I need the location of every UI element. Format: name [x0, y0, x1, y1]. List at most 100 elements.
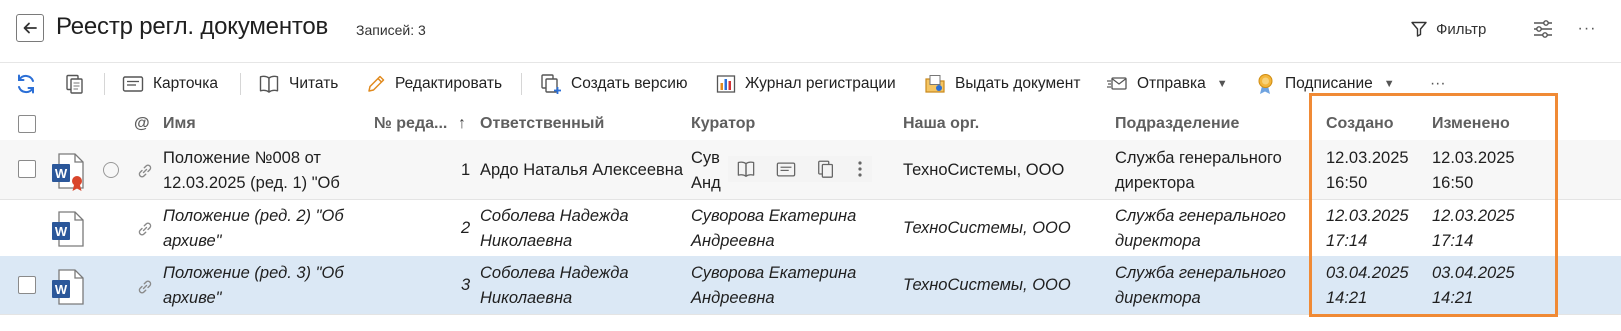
more-menu-button[interactable]: ···: [1574, 17, 1600, 41]
chevron-down-icon: ▼: [1216, 78, 1228, 90]
cell-responsible: Соболева Надежда Николаевна: [480, 261, 629, 311]
folder-icon: [925, 75, 945, 93]
toolbar-divider: [521, 73, 522, 95]
sort-arrow-icon: ↑: [458, 115, 466, 132]
send-label: Отправка: [1137, 75, 1206, 92]
svg-text:W: W: [55, 282, 68, 297]
modified-date: 03.04.2025: [1432, 264, 1515, 282]
book-icon[interactable]: [736, 160, 756, 178]
column-header-modified[interactable]: Изменено: [1432, 115, 1510, 133]
cell-modified: 03.04.2025 14:21: [1432, 261, 1515, 311]
toolbar-more-button[interactable]: ···: [1430, 69, 1446, 99]
more-vertical-icon[interactable]: [856, 159, 864, 179]
name-line-1: Положение (ред. 3) "Об: [163, 264, 344, 282]
cell-department: Служба генерального директора: [1115, 146, 1282, 196]
link-icon: [136, 220, 154, 238]
name-line-2: архиве": [163, 232, 222, 250]
link-icon: [136, 278, 154, 296]
copy-icon[interactable]: [816, 159, 836, 179]
row-checkbox[interactable]: [18, 160, 36, 178]
cell-modified: 12.03.2025 17:14: [1432, 204, 1515, 254]
table-row[interactable]: W Положение (ред. 2) "Об архиве" 2 Собол…: [0, 198, 1621, 258]
back-button[interactable]: [16, 14, 44, 42]
page-header: Реестр регл. документов Записей: 3 Фильт…: [0, 0, 1621, 58]
card-button[interactable]: Карточка: [122, 69, 218, 99]
row-radio[interactable]: [103, 162, 119, 178]
modified-date: 12.03.2025: [1432, 207, 1515, 225]
records-count: Записей: 3: [356, 22, 426, 38]
department-line-1: Служба генерального: [1115, 264, 1286, 282]
word-document-icon: W: [50, 210, 84, 248]
settings-button[interactable]: [1531, 17, 1555, 41]
cell-curator: Суворова Екатерина Андреевна: [691, 204, 856, 254]
word-document-icon: W: [50, 268, 84, 306]
org-value: ТехноСистемы, ООО: [903, 219, 1071, 237]
select-all-checkbox[interactable]: [18, 115, 36, 133]
table-row[interactable]: W Положение №008 от 12.03.2025 (ред. 1) …: [0, 140, 1621, 200]
modified-time: 14:21: [1432, 289, 1474, 307]
responsible-line-2: Николаевна: [480, 232, 573, 250]
copy-icon: [66, 74, 83, 94]
filter-button[interactable]: Фильтр: [1410, 17, 1486, 41]
sign-button[interactable]: Подписание ▼: [1256, 69, 1395, 99]
column-header-responsible[interactable]: Ответственный: [480, 115, 604, 133]
chevron-down-icon: ▼: [1383, 78, 1395, 90]
cell-name: Положение (ред. 2) "Об архиве": [163, 204, 363, 254]
created-date: 12.03.2025: [1326, 207, 1409, 225]
modified-time: 17:14: [1432, 232, 1474, 250]
card-icon[interactable]: [776, 161, 796, 178]
link-icon: [136, 162, 154, 180]
send-icon: [1107, 77, 1127, 90]
arrow-left-icon: [23, 22, 37, 34]
edit-button[interactable]: Редактировать: [366, 69, 502, 99]
table-row[interactable]: W Положение (ред. 3) "Об архиве" 3 Собол…: [0, 256, 1621, 315]
cell-curator: Суворова Екатерина Андреевна: [691, 261, 856, 311]
cell-name: Положение (ред. 3) "Об архиве": [163, 261, 363, 311]
card-icon: [122, 76, 144, 92]
cell-responsible: Ардо Наталья Алексеевна: [480, 161, 684, 179]
curator-line-2: Анд: [691, 174, 721, 192]
refresh-button[interactable]: [14, 69, 38, 99]
filter-icon: [1411, 21, 1427, 37]
curator-line-2: Андреевна: [691, 289, 775, 307]
cell-edition: 2: [461, 216, 470, 241]
column-header-curator[interactable]: Куратор: [691, 115, 755, 133]
edition-value: 3: [461, 276, 471, 294]
send-button[interactable]: Отправка ▼: [1106, 69, 1228, 99]
svg-text:W: W: [55, 224, 68, 239]
column-header-created[interactable]: Создано: [1326, 115, 1394, 133]
column-header-edition[interactable]: № реда...: [374, 115, 447, 133]
sliders-icon: [1534, 20, 1552, 38]
copy-button[interactable]: [64, 69, 86, 99]
cell-created: 03.04.2025 14:21: [1326, 261, 1409, 311]
row-checkbox[interactable]: [18, 276, 36, 294]
page-title: Реестр регл. документов: [56, 13, 329, 40]
created-time: 17:14: [1326, 232, 1368, 250]
column-header-name[interactable]: Имя: [163, 115, 196, 133]
cell-curator: Сув Анд: [691, 146, 721, 196]
curator-line-1: Суворова Екатерина: [691, 264, 857, 282]
responsible-line-2: Николаевна: [480, 289, 573, 307]
department-line-2: директора: [1115, 232, 1201, 250]
column-header-at[interactable]: @: [134, 115, 150, 133]
modified-date: 12.03.2025: [1432, 149, 1515, 167]
create-version-button[interactable]: Создать версию: [540, 69, 688, 99]
responsible-line-1: Соболева Надежда: [480, 264, 629, 282]
card-label: Карточка: [153, 75, 218, 92]
edit-label: Редактировать: [395, 75, 503, 92]
toolbar: Карточка Читать Редактировать Создать ве…: [0, 62, 1621, 104]
cell-responsible: Соболева Надежда Николаевна: [480, 204, 629, 254]
cell-modified: 12.03.2025 16:50: [1432, 146, 1515, 196]
read-button[interactable]: Читать: [258, 69, 338, 99]
add-version-icon: [541, 74, 561, 94]
journal-button[interactable]: Журнал регистрации: [716, 69, 896, 99]
issue-document-button[interactable]: Выдать документ: [924, 69, 1080, 99]
created-date: 03.04.2025: [1326, 264, 1409, 282]
journal-label: Журнал регистрации: [745, 75, 896, 92]
column-header-org[interactable]: Наша орг.: [903, 115, 979, 133]
column-header-department[interactable]: Подразделение: [1115, 115, 1239, 133]
department-line-2: директора: [1115, 289, 1201, 307]
cell-created: 12.03.2025 17:14: [1326, 204, 1409, 254]
responsible-line-1: Соболева Надежда: [480, 207, 629, 225]
curator-line-1: Сув: [691, 149, 720, 167]
